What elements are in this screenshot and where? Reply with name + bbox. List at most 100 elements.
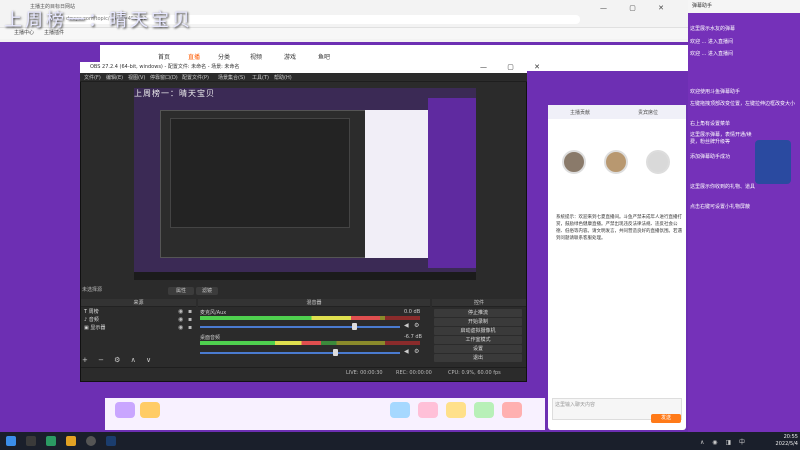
danmaku-line: 这里展示水友的弹幕	[690, 26, 736, 32]
volume-fader[interactable]	[200, 323, 400, 330]
menu-item[interactable]: 停靠窗口(D)	[150, 74, 178, 81]
gift-icon[interactable]	[446, 402, 466, 418]
nav-item[interactable]: 首页	[158, 52, 170, 61]
avatar[interactable]	[604, 150, 628, 174]
speaker-icon[interactable]: ◀	[404, 348, 409, 355]
properties-button[interactable]: 属性	[168, 287, 194, 295]
volume-meter-level	[200, 341, 321, 345]
danmaku-line: 这里展示弹幕，表情开通/续费，粉丝牌升级等	[690, 132, 752, 145]
page-background	[0, 42, 80, 430]
taskbar-clock[interactable]: 20:55 2022/5/4	[764, 434, 798, 448]
danmaku-line: 欢迎使用斗鱼弹幕助手	[690, 89, 741, 95]
speaker-icon[interactable]: ◀	[404, 322, 409, 329]
menu-item[interactable]: 场景集合(S)	[218, 74, 245, 81]
danmaku-line: 这里展示你收到的礼物、道具	[690, 184, 756, 190]
source-name: 显示器	[90, 325, 106, 331]
folder-icon[interactable]	[66, 436, 76, 446]
windows-taskbar	[0, 432, 800, 450]
exit-button[interactable]: 退出	[434, 354, 522, 362]
nav-item[interactable]: 鱼吧	[318, 52, 330, 61]
menu-item[interactable]: 编辑(E)	[106, 74, 123, 81]
gear-icon[interactable]: ⚙	[414, 322, 419, 329]
fader-knob[interactable]	[352, 323, 358, 330]
menu-item[interactable]: 配置文件(P)	[182, 74, 209, 81]
stop-streaming-button[interactable]: 停止推流	[434, 309, 522, 317]
danmaku-line: 右上角有设置菜单	[690, 121, 731, 127]
audio-source-icon: ♪	[84, 317, 88, 323]
eye-icon[interactable]: ◉	[178, 316, 183, 323]
virtual-camera-button[interactable]: 启动虚拟摄像机	[434, 327, 522, 335]
menu-item[interactable]: 工具(T)	[252, 74, 269, 81]
gift-icon[interactable]	[418, 402, 438, 418]
preview-side-panel	[428, 98, 476, 268]
obs-title-bar: OBS 27.2.4 (64-bit, windows) - 配置文件: 未命名…	[80, 62, 527, 73]
system-tray[interactable]: ∧ ◉ ◨ 中	[700, 437, 748, 446]
avatar[interactable]	[562, 150, 586, 174]
no-source-label: 未选择源	[82, 287, 103, 293]
avatar[interactable]	[646, 150, 670, 174]
preview-site-panel	[365, 110, 428, 258]
gift-icon[interactable]	[140, 402, 160, 418]
eye-icon[interactable]: ◉	[178, 308, 183, 315]
live-status: LIVE: 00:00:30	[346, 370, 383, 376]
windows-start-icon[interactable]	[6, 436, 16, 446]
filters-button[interactable]: 滤镜	[196, 287, 218, 295]
start-recording-button[interactable]: 开始录制	[434, 318, 522, 326]
display-source-icon: ▣	[84, 325, 89, 331]
cpu-status: CPU: 0.9%, 60.00 fps	[448, 370, 501, 376]
browser-window-controls[interactable]: — ▢ ✕	[600, 4, 674, 12]
gift-icon[interactable]	[502, 402, 522, 418]
danmaku-line: 欢迎 ... 进入直播间	[690, 51, 733, 57]
volume-meter	[200, 316, 420, 320]
eye-icon[interactable]: ◉	[178, 324, 183, 331]
source-name: 音频	[88, 317, 99, 323]
menu-item[interactable]: 帮助(H)	[274, 74, 292, 81]
danmaku-line: 点击右键可设置小礼物屏蔽	[690, 204, 751, 210]
mixer-dock-header: 混音器	[198, 299, 430, 307]
lock-icon[interactable]: ▪	[188, 308, 192, 315]
obs-window-controls[interactable]: — ▢ ✕	[480, 63, 549, 71]
menu-item[interactable]: 文件(F)	[84, 74, 101, 81]
volume-meter	[200, 341, 420, 345]
gift-icon[interactable]	[390, 402, 410, 418]
edge-icon[interactable]	[46, 436, 56, 446]
settings-button[interactable]: 设置	[434, 345, 522, 353]
tab-contribution[interactable]: 主播贡献	[570, 109, 590, 116]
danmaku-line: 添加弹幕助手成功	[690, 154, 731, 160]
gift-icon[interactable]	[115, 402, 135, 418]
nav-item[interactable]: 视频	[250, 52, 262, 61]
source-name: 周榜	[88, 309, 99, 315]
send-button[interactable]: 发送	[651, 414, 681, 423]
obs-icon[interactable]	[86, 436, 96, 446]
sources-toolbar[interactable]: + − ⚙ ∧ ∨	[82, 356, 192, 365]
danmaku-line: 欢迎 ... 进入直播间	[690, 39, 733, 45]
lock-icon[interactable]: ▪	[188, 316, 192, 323]
volume-meter-level	[200, 316, 381, 320]
overlay-title: 上周榜一：晴天宝贝	[4, 10, 193, 31]
volume-fader[interactable]	[200, 349, 400, 356]
text-source-icon: T	[84, 309, 88, 315]
nav-item[interactable]: 直播	[188, 52, 200, 61]
gift-icon[interactable]	[474, 402, 494, 418]
steam-icon[interactable]	[106, 436, 116, 446]
clock-date: 2022/5/4	[775, 441, 798, 447]
studio-mode-button[interactable]: 工作室模式	[434, 336, 522, 344]
controls-dock-header: 控件	[432, 299, 526, 307]
mixer-channel-name: 麦克风/Aux	[200, 310, 227, 316]
danmaku-line: 左键拖拽顶部改变位置，左键拉伸边框改变大小	[690, 101, 796, 107]
lock-icon[interactable]: ▪	[188, 324, 192, 331]
danmaku-panel-header: 弹幕助手	[688, 0, 800, 13]
gear-icon[interactable]: ⚙	[414, 348, 419, 355]
fader-knob[interactable]	[332, 349, 338, 356]
preview-title-text: 上周榜一：晴天宝贝	[134, 89, 215, 98]
menu-item[interactable]: 视图(V)	[128, 74, 145, 81]
search-icon[interactable]	[26, 436, 36, 446]
preview-nested-obs	[170, 118, 350, 228]
nav-item[interactable]: 游戏	[284, 52, 296, 61]
danmaku-panel	[688, 0, 800, 432]
mixer-channel-db: -6.7 dB	[404, 334, 422, 340]
tab-vip[interactable]: 贵宾席位	[638, 109, 658, 116]
preview-taskbar	[134, 272, 476, 280]
nav-item[interactable]: 分类	[218, 52, 230, 61]
gift-card-image	[755, 140, 791, 184]
